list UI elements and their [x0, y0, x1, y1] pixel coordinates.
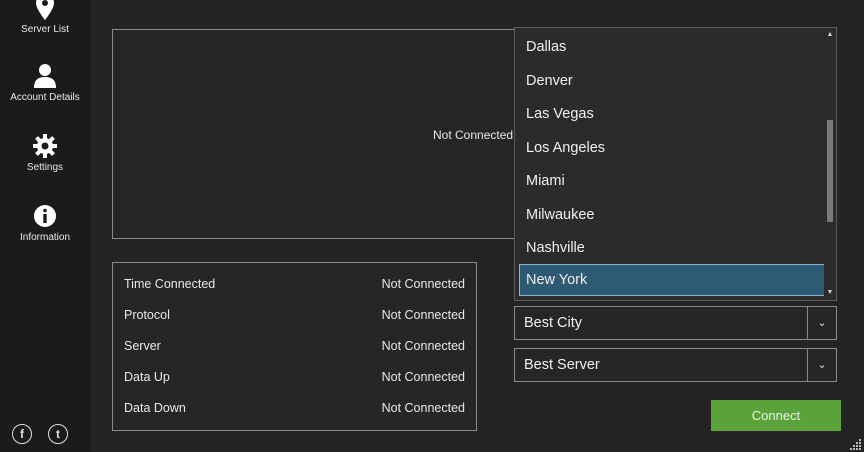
city-dropdown-list[interactable]: Dallas Denver Las Vegas Los Angeles Miam…	[514, 27, 837, 301]
list-item[interactable]: Miami	[519, 165, 827, 197]
city-select-value: Best City	[524, 315, 583, 331]
city-select[interactable]: Best City ⌄	[514, 306, 837, 340]
connection-status: Not Connected	[433, 128, 514, 142]
stat-value: Not Connected	[381, 401, 465, 415]
stat-value: Not Connected	[381, 308, 465, 322]
stat-label: Data Down	[124, 401, 186, 415]
sidebar-item-account-details[interactable]: Account Details	[0, 64, 90, 103]
stat-label: Protocol	[124, 308, 170, 322]
connect-button[interactable]: Connect	[711, 400, 841, 431]
sidebar-item-server-list[interactable]: Server List	[0, 0, 90, 35]
stat-value: Not Connected	[381, 339, 465, 353]
twitter-icon[interactable]: t	[48, 424, 68, 444]
scroll-up-arrow-icon[interactable]: ▲	[826, 30, 834, 40]
stat-row-time-connected: Time Connected Not Connected	[124, 277, 465, 297]
list-item[interactable]: Dallas	[519, 31, 827, 63]
stat-label: Data Up	[124, 370, 170, 384]
info-icon	[34, 205, 56, 227]
list-item[interactable]: Milwaukee	[519, 199, 827, 231]
list-item[interactable]: Las Vegas	[519, 98, 827, 130]
list-item-highlighted[interactable]: New York	[519, 264, 827, 296]
stat-row-server: Server Not Connected	[124, 339, 465, 359]
sidebar-item-information[interactable]: Information	[0, 204, 90, 243]
list-item[interactable]: Los Angeles	[519, 132, 827, 164]
server-select-value: Best Server	[524, 357, 600, 373]
facebook-icon[interactable]: f	[12, 424, 32, 444]
sidebar-item-label: Information	[19, 232, 71, 243]
stat-row-data-down: Data Down Not Connected	[124, 401, 465, 421]
sidebar-item-label: Account Details	[10, 92, 80, 103]
list-item[interactable]: Nashville	[519, 232, 827, 264]
map-pin-icon	[36, 0, 54, 20]
stat-value: Not Connected	[381, 277, 465, 291]
list-item[interactable]: Denver	[519, 65, 827, 97]
social-links: f t	[12, 424, 68, 444]
server-select[interactable]: Best Server ⌄	[514, 348, 837, 382]
stat-row-protocol: Protocol Not Connected	[124, 308, 465, 328]
scrollbar[interactable]: ▲ ▼	[824, 28, 836, 300]
gear-icon	[33, 134, 57, 158]
stat-label: Time Connected	[124, 277, 216, 291]
sidebar-item-settings[interactable]: Settings	[0, 134, 90, 173]
sidebar-item-label: Settings	[26, 162, 64, 173]
stat-value: Not Connected	[381, 370, 465, 384]
chevron-down-icon[interactable]: ⌄	[807, 349, 836, 381]
sidebar-item-label: Server List	[21, 24, 69, 35]
connection-stats: Time Connected Not Connected Protocol No…	[112, 262, 477, 431]
stat-row-data-up: Data Up Not Connected	[124, 370, 465, 390]
chevron-down-icon[interactable]: ⌄	[807, 307, 836, 339]
stat-label: Server	[124, 339, 161, 353]
connection-map: Not Connected	[112, 29, 522, 239]
sidebar: Server List Account Details Settings Inf…	[0, 0, 90, 452]
scrollbar-thumb[interactable]	[827, 120, 833, 222]
scroll-down-arrow-icon[interactable]: ▼	[826, 288, 834, 298]
user-icon	[34, 64, 56, 88]
resize-grip-icon[interactable]	[850, 438, 862, 450]
